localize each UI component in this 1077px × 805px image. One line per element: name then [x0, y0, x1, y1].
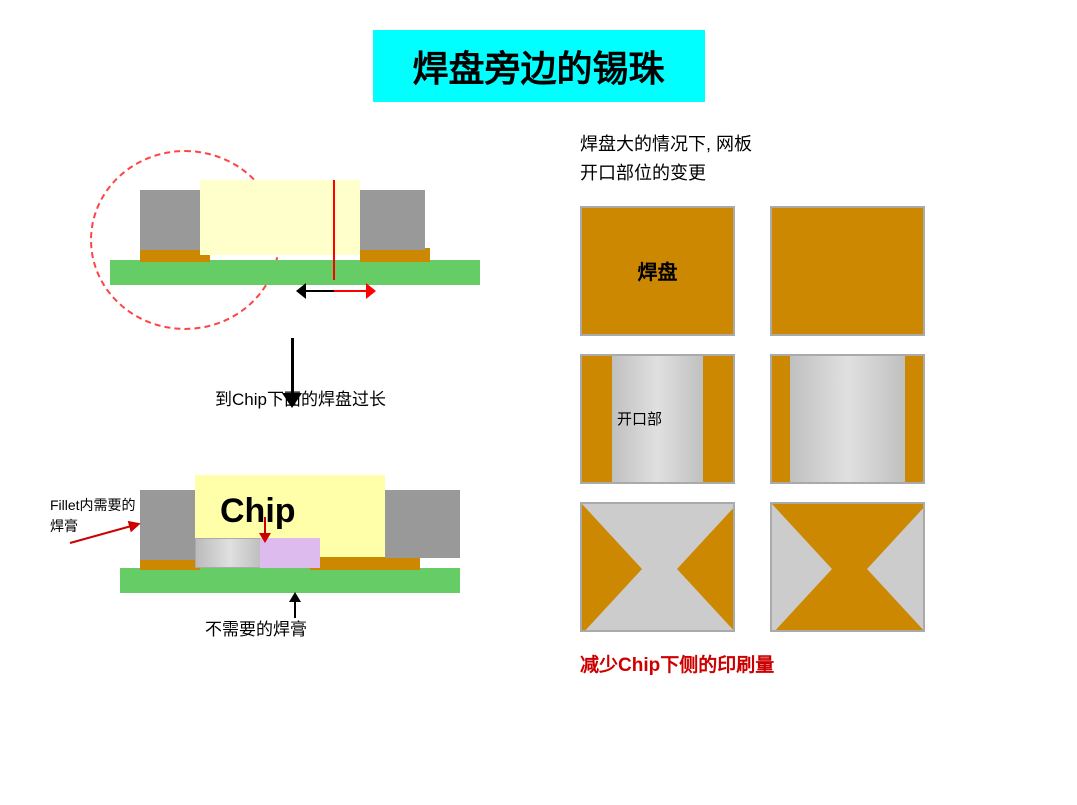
- pad-right-top: [360, 248, 430, 262]
- diagram-pad-left: 焊盘: [580, 206, 735, 336]
- diagrams-grid: 焊盘 开口部: [580, 206, 1050, 632]
- silver-center: 开口部: [612, 356, 703, 482]
- arrow-right-svg: [772, 504, 925, 632]
- diagram-opening-left: 开口部: [580, 354, 735, 484]
- red-down-arrow-svg: [255, 515, 275, 545]
- chip-body-top: [200, 180, 360, 255]
- title-bar: 焊盘旁边的锡珠: [372, 30, 704, 102]
- gold-strip-right: [703, 356, 733, 482]
- red-vertical-line: [333, 180, 335, 280]
- arrow-left-svg: [582, 504, 735, 632]
- page-title: 焊盘旁边的锡珠: [412, 48, 664, 89]
- right-area: 焊盘大的情况下, 网板 开口部位的变更 焊盘 开口部: [580, 130, 1050, 677]
- top-chip-diagram: [90, 130, 510, 330]
- gold-strip-right-narrow-l: [772, 356, 790, 482]
- diagram-opening-right: [770, 354, 925, 484]
- gray-block-left-top: [140, 190, 205, 250]
- top-label: 到Chip下面的焊盘过长: [215, 385, 386, 410]
- up-arrow-svg: [285, 590, 305, 620]
- arrow-left: [296, 283, 306, 299]
- diagram-arrow-right: [770, 502, 925, 632]
- diagram-pad-right: [770, 206, 925, 336]
- gold-strip-left: [582, 356, 612, 482]
- bottom-caption: 减少Chip下侧的印刷量: [580, 650, 1050, 677]
- gray-block-right-top: [360, 190, 425, 250]
- silver-center-r: [790, 356, 905, 482]
- left-diagram-area: 到Chip下面的焊盘过长 Chip Fillet内需要的 焊膏: [60, 130, 560, 330]
- bottom-chip-diagram: Chip Fillet内需要的 焊膏 不需要的焊膏: [60, 460, 520, 660]
- gray-block-bottom-right: [385, 490, 460, 558]
- arrow-right: [366, 283, 376, 299]
- fillet-arrow-svg: [60, 515, 150, 550]
- pad-label: 焊盘: [638, 256, 678, 285]
- pad-bottom-right: [310, 556, 420, 570]
- pcb-board-top: [110, 260, 480, 285]
- opening-label: 开口部: [617, 408, 662, 429]
- gold-strip-right-narrow-r: [905, 356, 923, 482]
- diagram-arrow-left: [580, 502, 735, 632]
- right-title: 焊盘大的情况下, 网板 开口部位的变更: [580, 130, 1050, 188]
